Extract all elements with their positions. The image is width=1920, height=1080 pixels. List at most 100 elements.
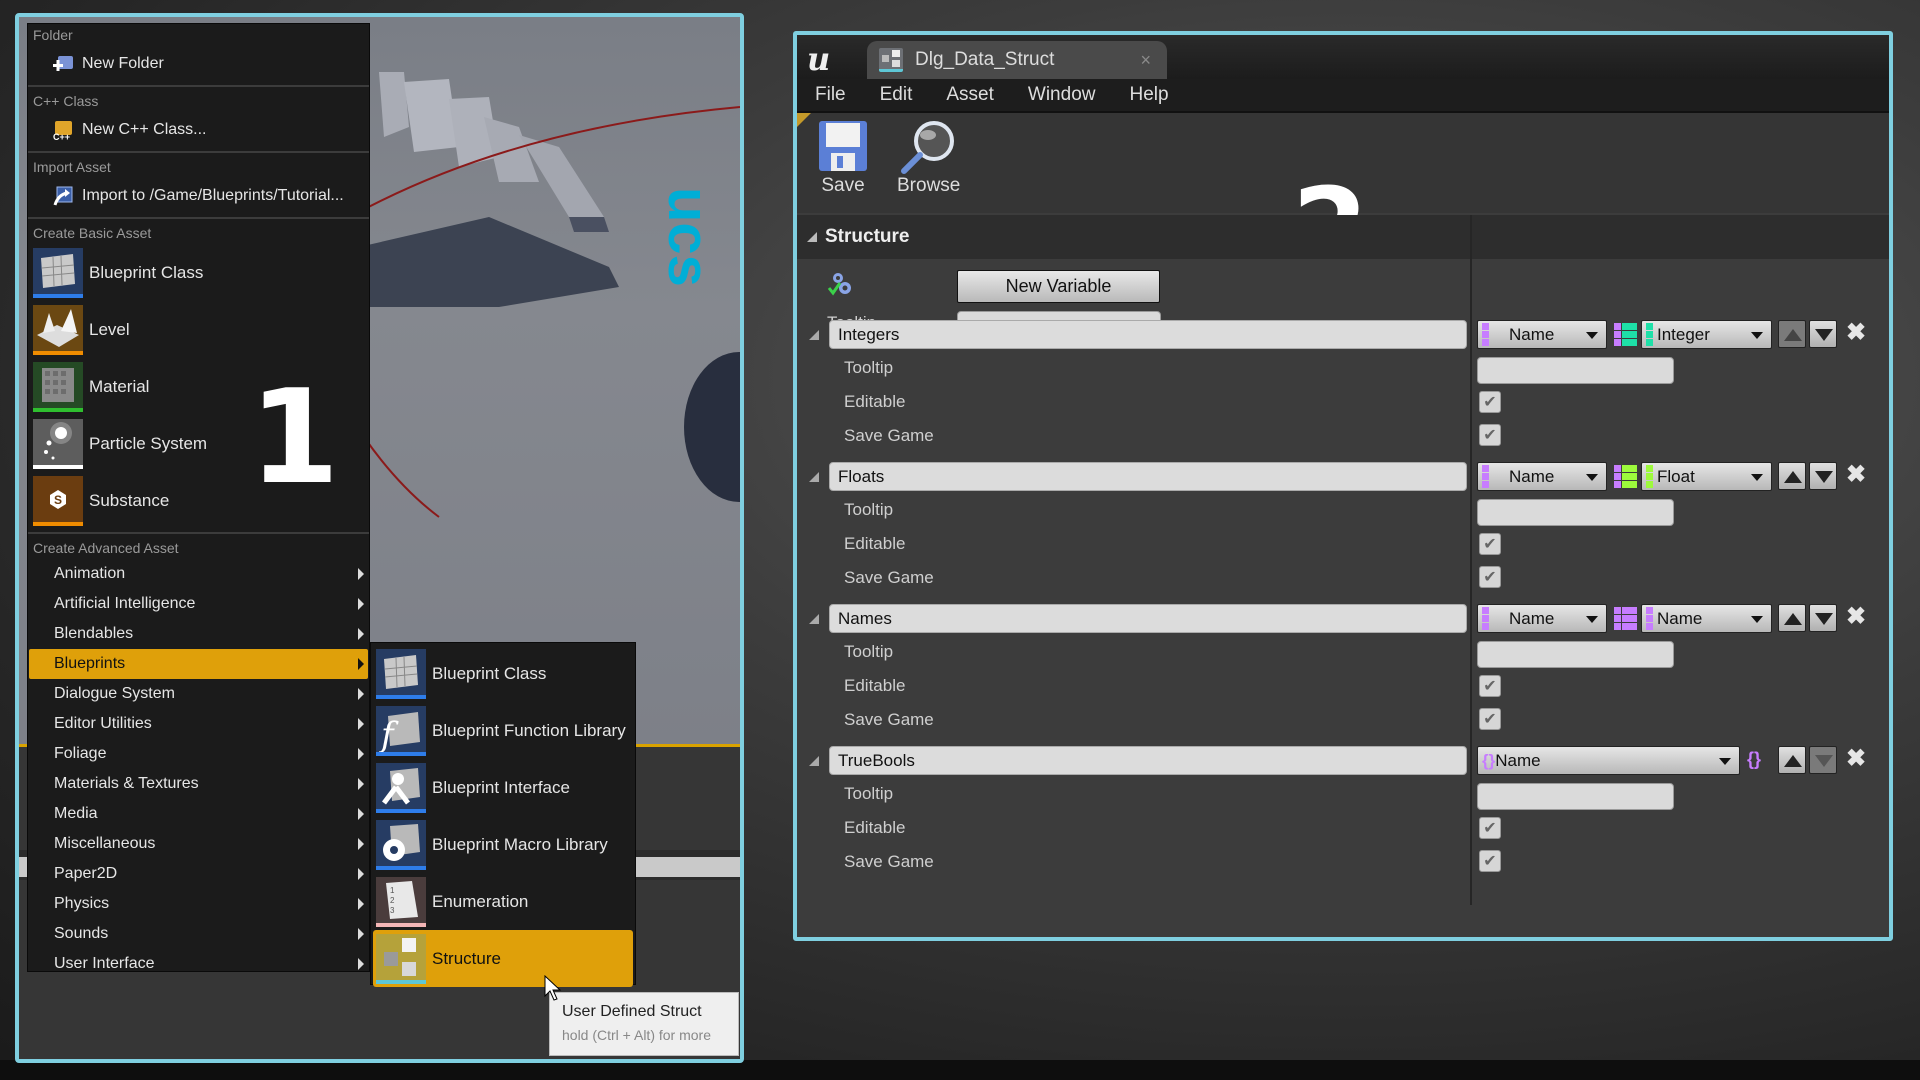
menu-item-level[interactable]: Level (28, 301, 369, 358)
unreal-logo-icon: u (807, 40, 831, 78)
variable-name-input[interactable]: TrueBools (829, 746, 1467, 775)
menu-item-blueprints[interactable]: Blueprints (29, 649, 368, 679)
value-type-dropdown[interactable]: Name (1641, 604, 1772, 633)
document-tab[interactable]: Dlg_Data_Struct × (867, 41, 1167, 79)
value-type-dropdown[interactable]: Integer (1641, 320, 1772, 349)
column-splitter[interactable] (1470, 215, 1472, 905)
editable-checkbox[interactable]: ✔ (1479, 533, 1501, 555)
menu-item-miscellaneous[interactable]: Miscellaneous (29, 829, 368, 859)
menu-asset[interactable]: Asset (946, 84, 994, 106)
save-game-checkbox[interactable]: ✔ (1479, 850, 1501, 872)
menu-item-foliage[interactable]: Foliage (29, 739, 368, 769)
menu-item-media[interactable]: Media (29, 799, 368, 829)
menu-item-dialogue-system[interactable]: Dialogue System (29, 679, 368, 709)
struct-editor-window: u Dlg_Data_Struct × File Edit Asset Wind… (793, 31, 1893, 941)
expand-arrow-icon[interactable] (809, 756, 819, 766)
collapse-arrow-icon[interactable] (807, 232, 817, 242)
new-folder-icon (52, 53, 74, 75)
tooltip-input[interactable] (1477, 357, 1674, 384)
new-variable-button[interactable]: New Variable (957, 270, 1160, 303)
delete-variable-icon[interactable]: ✖ (1846, 744, 1866, 773)
submenu-arrow-icon (358, 778, 364, 790)
structure-section-header[interactable]: Structure (797, 215, 1889, 259)
save-game-checkbox[interactable]: ✔ (1479, 708, 1501, 730)
key-type-dropdown[interactable]: Name (1477, 462, 1607, 491)
menu-item-user-interface[interactable]: User Interface (29, 949, 368, 979)
submenu-item-label: Structure (432, 948, 501, 968)
submenu-item-blueprint-function-library[interactable]: f Blueprint Function Library (373, 702, 633, 759)
key-type-dropdown[interactable]: Name (1477, 320, 1607, 349)
type-dropdown[interactable]: {} Name (1477, 746, 1740, 775)
editable-checkbox[interactable]: ✔ (1479, 675, 1501, 697)
variable-name-input[interactable]: Integers (829, 320, 1467, 349)
menu-item-editor-utilities[interactable]: Editor Utilities (29, 709, 368, 739)
move-down-button[interactable] (1809, 320, 1837, 348)
menu-item-new-cpp-class[interactable]: C++ New C++ Class... (28, 112, 369, 148)
expand-arrow-icon[interactable] (809, 330, 819, 340)
move-down-button[interactable] (1809, 746, 1837, 774)
save-game-checkbox[interactable]: ✔ (1479, 566, 1501, 588)
menu-item-artificial-intelligence[interactable]: Artificial Intelligence (29, 589, 368, 619)
browse-button[interactable]: Browse (897, 119, 960, 197)
pin-type-icon (1646, 607, 1653, 630)
svg-text:2: 2 (390, 896, 395, 905)
submenu-item-structure[interactable]: Structure (373, 930, 633, 987)
menu-help[interactable]: Help (1129, 84, 1168, 106)
menu-item-blendables[interactable]: Blendables (29, 619, 368, 649)
move-down-button[interactable] (1809, 462, 1837, 490)
map-container-icon[interactable] (1614, 323, 1638, 347)
expand-arrow-icon[interactable] (809, 614, 819, 624)
save-game-checkbox[interactable]: ✔ (1479, 424, 1501, 446)
import-icon (52, 185, 74, 207)
submenu-item-blueprint-class[interactable]: Blueprint Class (373, 645, 633, 702)
editable-checkbox[interactable]: ✔ (1479, 391, 1501, 413)
delete-variable-icon[interactable]: ✖ (1846, 460, 1866, 489)
move-up-button[interactable] (1778, 462, 1806, 490)
menu-item-physics[interactable]: Physics (29, 889, 368, 919)
move-up-button[interactable] (1778, 320, 1806, 348)
submenu-item-label: Enumeration (432, 891, 529, 911)
tooltip-label: Tooltip (844, 784, 894, 803)
menu-item-materials-textures[interactable]: Materials & Textures (29, 769, 368, 799)
delete-variable-icon[interactable]: ✖ (1846, 318, 1866, 347)
submenu-item-blueprint-macro-library[interactable]: Blueprint Macro Library (373, 816, 633, 873)
menu-item-label: Editor Utilities (54, 715, 152, 732)
menu-item-label: Miscellaneous (54, 835, 156, 852)
variable-name-input[interactable]: Names (829, 604, 1467, 633)
value-type-dropdown[interactable]: Float (1641, 462, 1772, 491)
save-game-label: Save Game (844, 852, 934, 871)
menu-window[interactable]: Window (1028, 84, 1096, 106)
menu-edit[interactable]: Edit (880, 84, 913, 106)
variable-name-input[interactable]: Floats (829, 462, 1467, 491)
arrow-down-icon (1815, 329, 1833, 341)
move-up-button[interactable] (1778, 746, 1806, 774)
key-type-label: Name (1509, 324, 1555, 344)
move-up-button[interactable] (1778, 604, 1806, 632)
menu-item-import[interactable]: Import to /Game/Blueprints/Tutorial... (28, 178, 369, 214)
key-type-dropdown[interactable]: Name (1477, 604, 1607, 633)
browse-label: Browse (897, 175, 961, 196)
map-container-icon[interactable] (1614, 465, 1638, 489)
tooltip-input[interactable] (1477, 783, 1674, 810)
menu-item-paper2d[interactable]: Paper2D (29, 859, 368, 889)
menu-item-new-folder[interactable]: New Folder (28, 46, 369, 82)
submenu-arrow-icon (358, 718, 364, 730)
editable-checkbox[interactable]: ✔ (1479, 817, 1501, 839)
delete-variable-icon[interactable]: ✖ (1846, 602, 1866, 631)
menu-file[interactable]: File (815, 84, 846, 106)
expand-arrow-icon[interactable] (809, 472, 819, 482)
menu-item-label: Blueprints (54, 655, 126, 672)
menu-item-sounds[interactable]: Sounds (29, 919, 368, 949)
menu-item-label: Import to /Game/Blueprints/Tutorial... (82, 187, 344, 204)
submenu-item-blueprint-interface[interactable]: Blueprint Interface (373, 759, 633, 816)
submenu-item-enumeration[interactable]: 1 2 3 Enumeration (373, 873, 633, 930)
move-down-button[interactable] (1809, 604, 1837, 632)
tooltip-input[interactable] (1477, 499, 1674, 526)
save-button[interactable]: Save (817, 119, 869, 197)
set-container-icon[interactable]: {} (1747, 749, 1761, 770)
map-container-icon[interactable] (1614, 607, 1638, 631)
close-tab-icon[interactable]: × (1140, 50, 1151, 71)
tooltip-input[interactable] (1477, 641, 1674, 668)
menu-item-blueprint-class[interactable]: Blueprint Class (28, 244, 369, 301)
menu-item-animation[interactable]: Animation (29, 559, 368, 589)
